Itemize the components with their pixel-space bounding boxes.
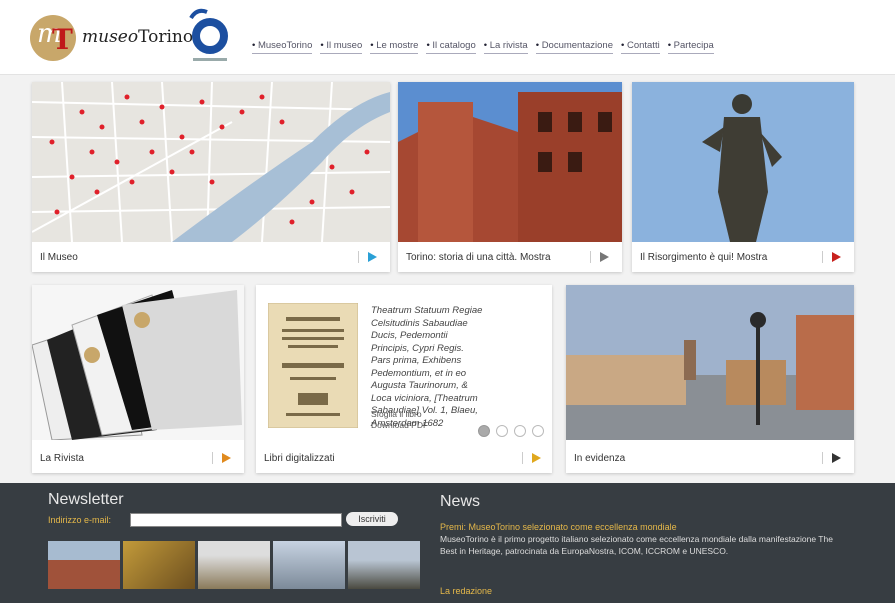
logo-prefix: museo: [82, 27, 139, 47]
tile-risorgimento[interactable]: Il Risorgimento è qui! Mostra: [632, 82, 854, 272]
tile-caption: In evidenza: [574, 453, 626, 464]
nav-partecipa[interactable]: Partecipa: [667, 40, 714, 54]
photo-thumbnail[interactable]: [198, 541, 270, 589]
play-arrow-icon[interactable]: [832, 252, 841, 262]
tile-la-rivista[interactable]: La Rivista: [32, 285, 244, 473]
caption-divider: [822, 452, 823, 464]
caption-divider: [212, 452, 213, 464]
museotorino-logo-icon[interactable]: mT: [30, 15, 76, 61]
tile-caption: La Rivista: [40, 453, 84, 464]
header: mT museoTorino MuseoTorino Il museo Le m…: [0, 0, 895, 75]
photo-thumbnail[interactable]: [273, 541, 345, 589]
photo-strip: [48, 541, 420, 589]
play-arrow-icon[interactable]: [532, 453, 541, 463]
email-label: Indirizzo e-mail:: [48, 515, 112, 525]
tile-caption: Torino: storia di una città. Mostra: [406, 252, 551, 263]
nav-le-mostre[interactable]: Le mostre: [370, 40, 419, 54]
porte-palatine-image: [398, 82, 622, 242]
main-nav: MuseoTorino Il museo Le mostre Il catalo…: [252, 40, 722, 54]
site-logo-text[interactable]: museoTorino: [82, 27, 193, 47]
caption-divider: [522, 452, 523, 464]
nav-museotorino[interactable]: MuseoTorino: [252, 40, 313, 54]
carousel-dots: [478, 425, 544, 437]
city-of-turin-logo-icon[interactable]: [185, 6, 235, 66]
photo-thumbnail[interactable]: [123, 541, 195, 589]
subscribe-button[interactable]: Iscriviti: [346, 512, 398, 526]
play-arrow-icon[interactable]: [600, 252, 609, 262]
caption-divider: [590, 251, 591, 263]
nav-il-museo[interactable]: Il museo: [320, 40, 363, 54]
statue-image: [632, 82, 854, 242]
nav-contatti[interactable]: Contatti: [620, 40, 660, 54]
news-headline-2[interactable]: La redazione: [440, 586, 492, 596]
news-headline[interactable]: Premi: MuseoTorino selezionato come ecce…: [440, 522, 677, 532]
tile-storia-citta[interactable]: Torino: storia di una città. Mostra: [398, 82, 622, 272]
tile-libri-digitalizzati[interactable]: Theatrum Statuum Regiae Celsitudinis Sab…: [256, 285, 552, 473]
footer: Newsletter Indirizzo e-mail: Iscriviti N…: [0, 483, 895, 603]
magazines-image: [32, 285, 244, 440]
email-input[interactable]: [130, 513, 342, 527]
book-cover-image: [268, 303, 358, 428]
tile-in-evidenza[interactable]: In evidenza: [566, 285, 854, 473]
news-title: News: [440, 493, 481, 510]
play-arrow-icon[interactable]: [222, 453, 231, 463]
browse-book-link[interactable]: Sfoglia il libro: [371, 409, 428, 420]
carousel-dot[interactable]: [496, 425, 508, 437]
map-image: [32, 82, 390, 242]
news-body: MuseoTorino è il primo progetto italiano…: [440, 534, 833, 556]
carousel-dot[interactable]: [478, 425, 490, 437]
play-arrow-icon[interactable]: [368, 252, 377, 262]
piazza-image: [566, 285, 854, 440]
book-links: Sfoglia il libro Download PDF: [371, 409, 428, 431]
play-arrow-icon[interactable]: [832, 453, 841, 463]
nav-il-catalogo[interactable]: Il catalogo: [426, 40, 476, 54]
photo-thumbnail[interactable]: [348, 541, 420, 589]
photo-thumbnail[interactable]: [48, 541, 120, 589]
caption-divider: [822, 251, 823, 263]
download-pdf-link[interactable]: Download PDF: [371, 420, 428, 431]
tile-caption: Il Risorgimento è qui! Mostra: [640, 252, 768, 263]
newsletter-title: Newsletter: [48, 491, 124, 508]
caption-divider: [358, 251, 359, 263]
nav-la-rivista[interactable]: La rivista: [483, 40, 528, 54]
tile-caption: Libri digitalizzati: [264, 453, 335, 464]
carousel-dot[interactable]: [514, 425, 526, 437]
tile-caption: Il Museo: [40, 252, 78, 263]
carousel-dot[interactable]: [532, 425, 544, 437]
tile-il-museo[interactable]: Il Museo: [32, 82, 390, 272]
nav-documentazione[interactable]: Documentazione: [535, 40, 613, 54]
